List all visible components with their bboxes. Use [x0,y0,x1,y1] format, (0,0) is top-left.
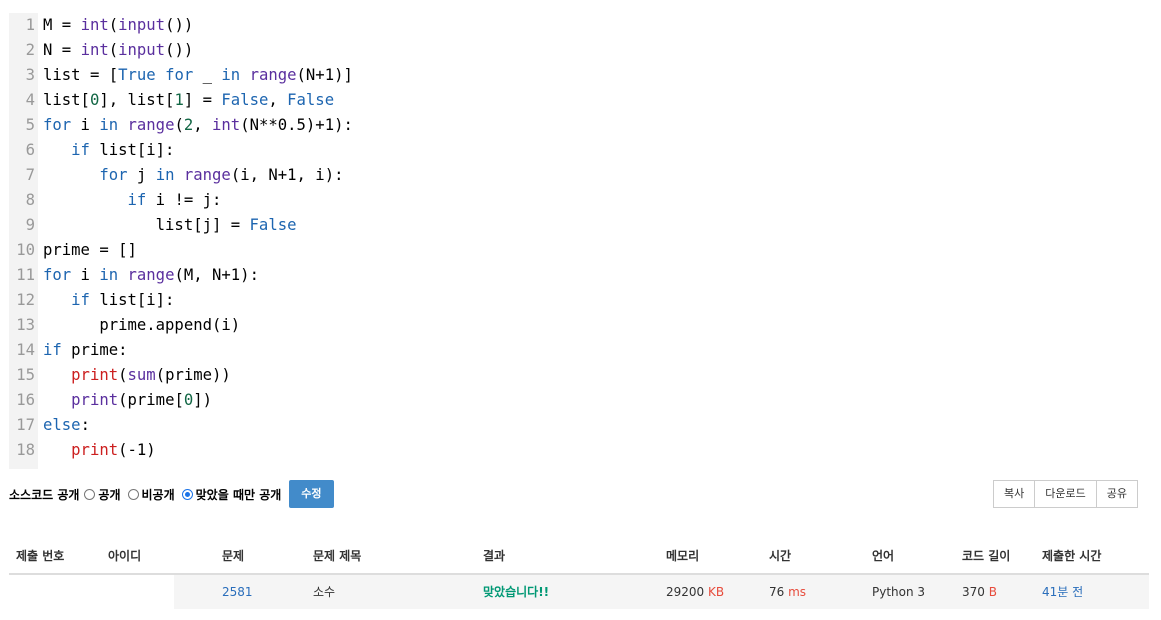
memory-value: 29200 [666,585,705,599]
code-line: 8 if i != j: [9,188,1149,213]
problem-title: 소수 [313,585,336,599]
share-button[interactable]: 공유 [1095,480,1138,508]
line-number: 6 [25,141,35,159]
code-line: 12 if list[i]: [9,288,1149,313]
submission-table: 제출 번호 아이디 문제 문제 제목 결과 메모리 시간 언어 코드 길이 제출… [9,541,1149,609]
code-line: 15 print(sum(prime)) [9,363,1149,388]
radio-private[interactable] [127,488,139,500]
header-memory: 메모리 [666,549,700,563]
line-number: 14 [16,341,35,359]
source-visibility-row: 소스코드 공개 공개 비공개 맞았을 때만 공개 수정 [9,480,609,508]
problem-link[interactable]: 2581 [222,575,253,609]
language-cell: Python 3 [872,585,926,599]
download-button[interactable]: 다운로드 [1034,480,1097,508]
visibility-label: 소스코드 공개 [9,487,80,502]
code-line: 17 else: [9,413,1149,438]
line-number: 16 [16,391,35,409]
table-row: 2581 소수 맞았습니다!! 29200 KB 76 ms Python 3 … [9,575,1149,609]
line-number: 12 [16,291,35,309]
code-text: N = int(input()) [43,41,194,59]
code-text: if i != j: [127,191,222,209]
radio-public[interactable] [84,488,96,500]
code-text: print(sum(prime)) [71,366,231,384]
header-submitted-at: 제출한 시간 [1042,549,1102,563]
radio-public-when-accepted-label: 맞았을 때만 공개 [195,487,282,502]
code-text: M = int(input()) [43,16,194,34]
copy-button[interactable]: 복사 [993,480,1036,508]
header-user-id: 아이디 [108,549,142,563]
code-line: 18 print(-1) [9,438,1149,463]
radio-public-when-accepted[interactable] [181,488,193,500]
line-number: 18 [16,441,35,459]
code-line: 5 for i in range(2, int(N**0.5)+1): [9,113,1149,138]
code-line: 9 list[j] = False [9,213,1149,238]
line-number: 9 [25,216,35,234]
code-length-value: 370 [962,585,985,599]
time-cell: 76 ms [769,575,806,609]
line-number: 10 [16,241,35,259]
code-text: if list[i]: [71,291,175,309]
table-header: 제출 번호 아이디 문제 문제 제목 결과 메모리 시간 언어 코드 길이 제출… [9,541,1149,575]
code-text: else: [43,416,90,434]
code-text: for i in range(M, N+1): [43,266,259,284]
code-line: 13 prime.append(i) [9,313,1149,338]
memory-cell: 29200 KB [666,575,724,609]
code-text: prime.append(i) [43,316,241,334]
submitted-at-link[interactable]: 41분 전 [1042,575,1083,609]
line-number: 11 [16,266,35,284]
code-text: for i in range(2, int(N**0.5)+1): [43,116,353,134]
code-line: 14 if prime: [9,338,1149,363]
code-line: 2 N = int(input()) [9,38,1149,63]
line-number: 15 [16,366,35,384]
code-length-unit: B [988,585,997,599]
line-number: 3 [25,66,35,84]
code-text: print(prime[0]) [71,391,213,409]
line-number: 1 [25,16,35,34]
header-result: 결과 [483,549,506,563]
code-line: 16 print(prime[0]) [9,388,1149,413]
result-status: 맞았습니다!! [483,585,550,599]
line-number: 8 [25,191,35,209]
header-problem: 문제 [222,549,245,563]
header-time: 시간 [769,549,792,563]
code-text: list = [True for _ in range(N+1)] [43,66,353,84]
code-text: if prime: [43,341,128,359]
code-line: 7 for j in range(i, N+1, i): [9,163,1149,188]
code-text: if list[i]: [71,141,175,159]
header-problem-title: 문제 제목 [313,549,362,563]
code-line: 4 list[0], list[1] = False, False [9,88,1149,113]
header-submission-id: 제출 번호 [16,549,65,563]
line-number: 7 [25,166,35,184]
code-text: for j in range(i, N+1, i): [99,166,344,184]
code-length-cell: 370 B [962,575,997,609]
radio-private-label: 비공개 [141,487,175,502]
time-value: 76 [769,585,785,599]
code-line: 6 if list[i]: [9,138,1149,163]
line-number: 13 [16,316,35,334]
code-line: 3 list = [True for _ in range(N+1)] [9,63,1149,88]
line-number: 17 [16,416,35,434]
code-text: prime = [] [43,241,137,259]
code-line: 1 M = int(input()) [9,13,1149,38]
line-number: 5 [25,116,35,134]
code-line: 10 prime = [] [9,238,1149,263]
time-unit: ms [788,585,807,599]
source-action-buttons: 복사 다운로드 공유 [993,480,1138,508]
code-text: print(-1) [71,441,156,459]
memory-unit: KB [708,585,725,599]
line-number: 4 [25,91,35,109]
header-language: 언어 [872,549,895,563]
code-text: list[0], list[1] = False, False [43,91,335,109]
hidden-user-cells [9,575,174,609]
header-code-length: 코드 길이 [962,549,1011,563]
edit-button[interactable]: 수정 [289,480,334,508]
code-viewer: 1 M = int(input()) 2 N = int(input()) 3 list … [9,13,1149,469]
radio-public-label: 공개 [98,487,121,502]
code-line: 11 for i in range(M, N+1): [9,263,1149,288]
line-number: 2 [25,41,35,59]
code-text: list[j] = False [43,216,297,234]
